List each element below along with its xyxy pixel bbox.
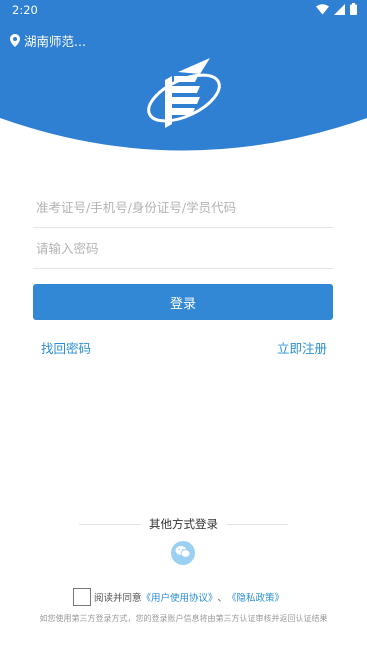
- agreement-separator: 、: [217, 593, 228, 604]
- location-pin-icon: [10, 34, 20, 47]
- account-input[interactable]: [33, 187, 339, 227]
- user-agreement-link[interactable]: 《用户使用协议》: [142, 590, 218, 604]
- agreement-prefix: 阅读并同意: [94, 593, 142, 604]
- divider-line-right: [226, 523, 288, 525]
- password-field[interactable]: [33, 228, 339, 269]
- other-login-title: 其他方式登录: [149, 517, 218, 531]
- signal-icon: [334, 3, 345, 18]
- wechat-icon: [175, 544, 191, 563]
- third-party-notice: 如您使用第三方登录方式，您的登录账户信息将由第三方认证审核并返回认证结果: [39, 614, 328, 623]
- account-field[interactable]: [33, 187, 339, 228]
- privacy-policy-link[interactable]: 《隐私政策》: [227, 590, 284, 604]
- agreement-row: 阅读并同意 《用户使用协议》 、 《隐私政策》: [73, 588, 284, 606]
- location-selector[interactable]: 湖南师范...: [10, 31, 86, 50]
- forgot-password-link[interactable]: 找回密码: [41, 338, 91, 357]
- status-time: 2:20: [12, 3, 38, 17]
- login-button[interactable]: 登录: [33, 284, 333, 320]
- divider-line-left: [79, 523, 141, 525]
- agreement-checkbox[interactable]: [73, 588, 91, 606]
- wechat-login-button[interactable]: [171, 541, 195, 565]
- other-login-divider: 其他方式登录: [0, 516, 367, 532]
- app-logo: [140, 54, 230, 140]
- header: 2:20 湖南师范...: [0, 0, 367, 165]
- register-link[interactable]: 立即注册: [277, 338, 327, 357]
- status-bar: 2:20: [0, 0, 367, 22]
- password-input[interactable]: [33, 228, 339, 268]
- battery-icon: [350, 3, 357, 18]
- wifi-icon: [316, 3, 329, 18]
- location-text: 湖南师范...: [24, 34, 86, 49]
